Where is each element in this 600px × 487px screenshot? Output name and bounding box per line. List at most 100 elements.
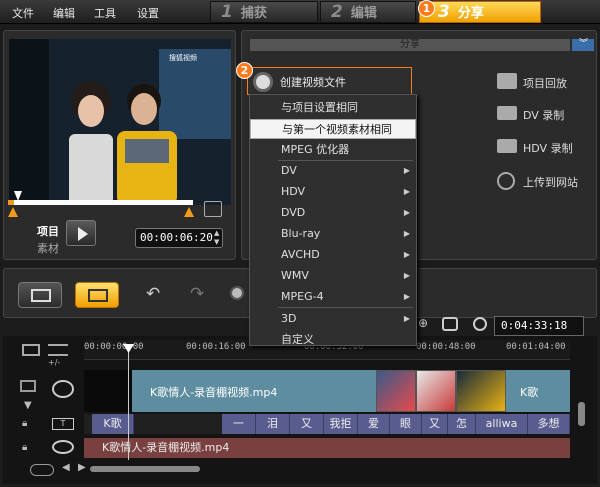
play-icon bbox=[78, 227, 88, 241]
submenu-arrow-icon: ▶ bbox=[403, 166, 410, 175]
dropdown-item[interactable]: Blu-ray ▶ bbox=[250, 224, 416, 244]
track-lock-icon[interactable]: 🔒︎ bbox=[22, 442, 27, 453]
title-clip[interactable]: 又 bbox=[290, 414, 324, 434]
step-share-tab[interactable]: 3 分享 bbox=[419, 1, 541, 23]
submenu-arrow-icon: ▶ bbox=[403, 208, 410, 217]
step-edit-tab[interactable]: 2 编辑 bbox=[320, 1, 416, 23]
create-video-dropdown-menu: 与项目设置相同与第一个视频素材相同 MPEG 优化器 DV ▶ HDV ▶ DVD ▶ Blu-… bbox=[249, 94, 417, 346]
video-track-icon[interactable] bbox=[52, 380, 74, 398]
zoom-to-fit-icon[interactable] bbox=[30, 464, 54, 476]
create-video-file-label: 创建视频文件 bbox=[280, 76, 346, 89]
enlarge-icon[interactable] bbox=[204, 201, 222, 217]
preview-panel: 搜狐视频 项目 素材 bbox=[3, 30, 236, 260]
title-clip[interactable]: 爱 bbox=[358, 414, 390, 434]
clip-thumbnail bbox=[456, 370, 506, 412]
title-clip[interactable]: 又 bbox=[422, 414, 448, 434]
timecode-display[interactable]: 00:00:06:20 bbox=[135, 228, 223, 248]
add-remove-track-label[interactable]: +/- bbox=[48, 358, 60, 367]
timecode-stepper-icon[interactable]: ▲ ▼ bbox=[214, 229, 224, 247]
globe-icon bbox=[497, 172, 515, 190]
step-number: 1 bbox=[221, 2, 233, 22]
menu-edit[interactable]: 编辑 bbox=[53, 5, 75, 21]
ruler-label: 00:00:00:00 bbox=[84, 342, 144, 352]
dropdown-item-label: AVCHD bbox=[281, 248, 320, 261]
dropdown-item[interactable]: MPEG-4 ▶ bbox=[250, 287, 416, 307]
create-video-file-button[interactable]: 创建视频文件 bbox=[247, 67, 412, 95]
chapter-list-icon[interactable] bbox=[48, 344, 68, 356]
dropdown-item[interactable]: 3D ▶ bbox=[250, 309, 416, 329]
lock-all-icon[interactable] bbox=[20, 380, 36, 392]
menu-tools[interactable]: 工具 bbox=[94, 5, 116, 21]
share-panel-header: 分享 bbox=[250, 39, 570, 51]
step-capture-tab[interactable]: 1 捕获 bbox=[210, 1, 318, 23]
black-clip[interactable] bbox=[84, 370, 132, 412]
clip-mode-label[interactable]: 素材 bbox=[37, 240, 59, 256]
track-lock-icon[interactable]: 🔒︎ bbox=[22, 418, 27, 429]
title-clip[interactable]: 我拒 bbox=[324, 414, 358, 434]
dropdown-item-label: DV bbox=[281, 164, 297, 177]
title-clip[interactable]: 泪 bbox=[256, 414, 290, 434]
dropdown-item[interactable]: 与第一个视频素材相同 bbox=[250, 119, 416, 139]
dropdown-item-label: 3D bbox=[281, 312, 297, 325]
scroll-right-icon[interactable]: ▶ bbox=[78, 462, 86, 473]
ruler-label: 00:00:48:00 bbox=[416, 342, 476, 352]
upload-to-website-option[interactable]: 上传到网站 bbox=[523, 174, 578, 190]
dropdown-item-label: DVD bbox=[281, 206, 306, 219]
submenu-arrow-icon: ▶ bbox=[403, 314, 410, 323]
timecode-value: 00:00:06:20 bbox=[140, 231, 213, 244]
video-preview: 搜狐视频 bbox=[9, 39, 231, 205]
audio-track-clip[interactable]: K歌情人-录音棚视频.mp4 bbox=[84, 438, 570, 458]
timeline-view-button[interactable] bbox=[75, 282, 119, 308]
clip-thumbnail bbox=[416, 370, 456, 412]
timeline-vertical-scrollbar[interactable] bbox=[578, 402, 585, 426]
title-track-icon[interactable]: T bbox=[52, 418, 74, 430]
dropdown-item[interactable]: 与项目设置相同 bbox=[250, 98, 416, 118]
title-clip[interactable]: 怎 bbox=[448, 414, 476, 434]
dropdown-item[interactable]: 自定义 bbox=[250, 330, 416, 350]
dropdown-item[interactable]: MPEG 优化器 bbox=[250, 140, 416, 160]
dropdown-item[interactable]: DVD ▶ bbox=[250, 203, 416, 223]
callout-badge-1: 1 bbox=[418, 0, 435, 17]
ruler-label: 00:00:16:00 bbox=[186, 342, 246, 352]
playhead[interactable] bbox=[128, 344, 129, 460]
title-clip[interactable]: alliwa bbox=[476, 414, 528, 434]
dropdown-item[interactable]: DV ▶ bbox=[250, 161, 416, 181]
record-capture-icon[interactable] bbox=[230, 286, 244, 300]
track-arrow-icon[interactable]: ▼ bbox=[24, 400, 32, 411]
video-clip-name-2: K歌 bbox=[520, 386, 539, 399]
title-clip[interactable]: 一 bbox=[222, 414, 256, 434]
redo-icon[interactable]: ↷ bbox=[190, 284, 204, 304]
dropdown-item-label: 与项目设置相同 bbox=[281, 101, 358, 114]
project-playback-option[interactable]: 项目回放 bbox=[523, 75, 567, 91]
hdv-record-option[interactable]: HDV 录制 bbox=[523, 140, 573, 156]
audio-clip-name: K歌情人-录音棚视频.mp4 bbox=[102, 441, 230, 454]
step-label: 编辑 bbox=[350, 6, 377, 21]
zoom-in-icon[interactable]: ⊕ bbox=[418, 316, 428, 330]
step-number: 2 bbox=[331, 2, 343, 22]
track-manager-icon[interactable] bbox=[22, 344, 40, 356]
timeline-horizontal-scrollbar[interactable] bbox=[90, 466, 200, 472]
collapse-chevron-icon[interactable]: ︾ bbox=[572, 39, 594, 51]
play-button[interactable] bbox=[66, 220, 96, 246]
filmstrip-icon bbox=[31, 289, 51, 302]
camcorder-icon bbox=[497, 106, 517, 120]
dv-record-option[interactable]: DV 录制 bbox=[523, 107, 564, 123]
menu-file[interactable]: 文件 bbox=[12, 5, 34, 21]
scroll-left-icon[interactable]: ◀ bbox=[62, 462, 70, 473]
fit-timeline-icon[interactable] bbox=[442, 317, 458, 331]
title-clip[interactable]: 眼 bbox=[390, 414, 422, 434]
clip-thumbnail bbox=[376, 370, 416, 412]
dropdown-item[interactable]: AVCHD ▶ bbox=[250, 245, 416, 265]
project-mode-label[interactable]: 项目 bbox=[37, 223, 59, 239]
scrub-bar[interactable] bbox=[8, 200, 193, 205]
title-clip[interactable]: 多想 bbox=[528, 414, 570, 434]
dropdown-item[interactable]: WMV ▶ bbox=[250, 266, 416, 286]
scrub-progress-fill bbox=[8, 200, 14, 205]
audio-track-icon[interactable] bbox=[52, 440, 74, 454]
submenu-arrow-icon: ▶ bbox=[403, 250, 410, 259]
step-label: 捕获 bbox=[240, 6, 267, 21]
undo-icon[interactable]: ↶ bbox=[146, 284, 160, 304]
menu-settings[interactable]: 设置 bbox=[137, 5, 159, 21]
dropdown-item[interactable]: HDV ▶ bbox=[250, 182, 416, 202]
storyboard-view-button[interactable] bbox=[18, 282, 62, 308]
